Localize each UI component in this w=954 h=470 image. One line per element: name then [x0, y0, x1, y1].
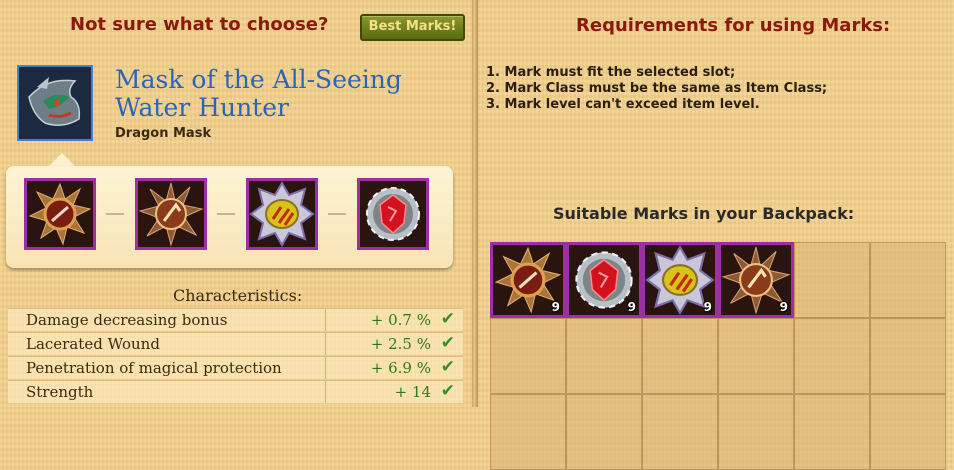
requirements-list: 1. Mark must fit the selected slot; 2. M…	[486, 65, 827, 113]
mark-slot-3[interactable]	[246, 178, 318, 250]
choice-hint: Not sure what to choose?	[70, 14, 329, 35]
stat-name: Strength	[26, 383, 94, 401]
red-gear-mark-icon	[360, 181, 426, 247]
stats-table: Damage decreasing bonus + 0.7 % ✔ Lacera…	[8, 308, 463, 404]
stat-value: + 0.7 %	[370, 311, 431, 329]
copper-star-mark-icon	[138, 181, 204, 247]
item-count: 9	[703, 300, 712, 314]
backpack-mark-3[interactable]: 9	[642, 242, 718, 318]
slot-connector	[217, 213, 235, 215]
checkmark-icon: ✔	[440, 357, 455, 377]
backpack-cell[interactable]	[490, 318, 566, 394]
stat-value: + 14	[394, 383, 431, 401]
requirement-item: 2. Mark Class must be the same as Item C…	[486, 81, 828, 96]
backpack-cell[interactable]	[718, 394, 794, 470]
requirements-title: Requirements for using Marks:	[576, 15, 891, 36]
backpack-cell[interactable]	[490, 394, 566, 470]
slot-connector	[328, 213, 346, 215]
stat-name: Lacerated Wound	[26, 335, 160, 353]
panel-pointer	[48, 153, 76, 167]
bronze-spiked-mark-icon	[27, 181, 93, 247]
item-name: Mask of the All-Seeing Water Hunter	[115, 65, 402, 122]
requirement-item: 3. Mark level can't exceed item level.	[486, 97, 760, 112]
slot-connector	[106, 213, 124, 215]
dragon-mask-icon	[19, 67, 91, 139]
backpack-cell[interactable]	[566, 394, 642, 470]
backpack-grid: 9 9 9 9	[490, 242, 954, 470]
stat-value: + 6.9 %	[370, 359, 431, 377]
mark-slots-panel	[6, 166, 453, 268]
checkmark-icon: ✔	[440, 333, 455, 353]
backpack-cell[interactable]	[794, 394, 870, 470]
characteristics-title: Characteristics:	[173, 286, 303, 305]
column-divider	[325, 309, 326, 331]
item-count: 9	[551, 300, 560, 314]
backpack-cell[interactable]	[870, 318, 946, 394]
item-type: Dragon Mask	[115, 126, 212, 141]
backpack-cell[interactable]	[870, 242, 946, 318]
column-divider	[325, 381, 326, 403]
mark-selection-panel: Not sure what to choose? Best Marks! Mas…	[0, 0, 472, 407]
stat-row: Lacerated Wound + 2.5 % ✔	[8, 332, 463, 355]
requirements-panel: Requirements for using Marks: 1. Mark mu…	[478, 0, 954, 470]
item-count: 9	[779, 300, 788, 314]
checkmark-icon: ✔	[440, 381, 455, 401]
requirement-item: 1. Mark must fit the selected slot;	[486, 65, 736, 80]
backpack-cell[interactable]	[566, 318, 642, 394]
mark-slot-4[interactable]	[357, 178, 429, 250]
checkmark-icon: ✔	[440, 309, 455, 329]
suitable-marks-title: Suitable Marks in your Backpack:	[553, 204, 855, 223]
stat-row: Strength + 14 ✔	[8, 380, 463, 403]
stat-name: Damage decreasing bonus	[26, 311, 228, 329]
backpack-cell[interactable]	[794, 242, 870, 318]
stat-row: Damage decreasing bonus + 0.7 % ✔	[8, 308, 463, 331]
column-divider	[325, 333, 326, 355]
backpack-cell[interactable]	[642, 394, 718, 470]
backpack-cell[interactable]	[642, 318, 718, 394]
item-count: 9	[627, 300, 636, 314]
mark-slot-2[interactable]	[135, 178, 207, 250]
item-icon-frame[interactable]	[17, 65, 93, 141]
backpack-cell[interactable]	[794, 318, 870, 394]
best-marks-button[interactable]: Best Marks!	[360, 14, 465, 41]
column-divider	[325, 357, 326, 379]
backpack-mark-2[interactable]: 9	[566, 242, 642, 318]
stat-name: Penetration of magical protection	[26, 359, 282, 377]
backpack-mark-4[interactable]: 9	[718, 242, 794, 318]
stat-value: + 2.5 %	[370, 335, 431, 353]
backpack-mark-1[interactable]: 9	[490, 242, 566, 318]
stat-row: Penetration of magical protection + 6.9 …	[8, 356, 463, 379]
yellow-striped-mark-icon	[249, 181, 315, 247]
mark-slot-1[interactable]	[24, 178, 96, 250]
backpack-cell[interactable]	[870, 394, 946, 470]
backpack-cell[interactable]	[718, 318, 794, 394]
